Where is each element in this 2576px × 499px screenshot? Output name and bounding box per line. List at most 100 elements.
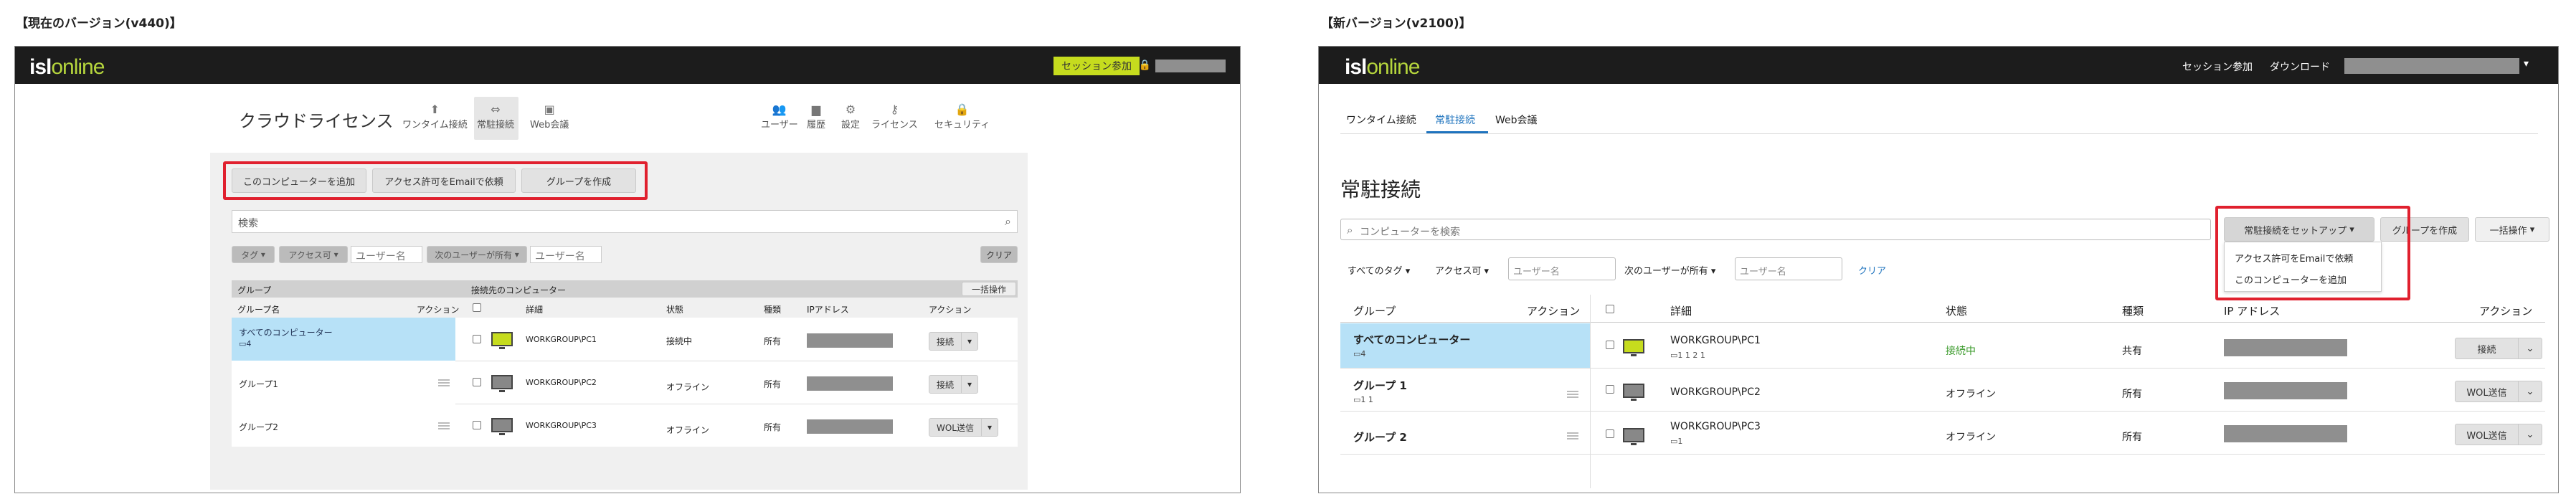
computer-kind: 所有	[764, 422, 782, 432]
connect-split-button[interactable]: 接続 ⌄	[2455, 338, 2542, 359]
clear-link[interactable]: クリア	[1858, 263, 1886, 277]
drag-handle-icon[interactable]	[1567, 391, 1578, 398]
computer-status: 接続中	[1946, 346, 1976, 357]
col-action2: アクション	[2479, 305, 2533, 318]
old-header-bar: islonline セッション参加 🔒	[15, 47, 1240, 84]
dest-header: 接続先のコンピューター	[471, 285, 567, 295]
access-filter[interactable]: アクセス可 ▾	[279, 246, 348, 263]
row-checkbox[interactable]	[1606, 429, 1614, 438]
computer-status: オフライン	[1946, 432, 1996, 443]
drag-handle-icon[interactable]	[438, 379, 450, 386]
col-detail: 詳細	[526, 305, 544, 315]
chevron-down-icon[interactable]: ▾	[2524, 58, 2529, 70]
chevron-down-icon: ⌄	[2526, 429, 2534, 440]
search-icon: ⌕	[1347, 224, 1353, 237]
admin-settings[interactable]: ⚙ 設定	[841, 103, 860, 130]
col-action2: アクション	[929, 305, 972, 315]
tag-filter[interactable]: タグ ▾	[232, 246, 275, 263]
download-link[interactable]: ダウンロード	[2270, 60, 2330, 74]
search-input[interactable]: 検索 ⌕	[232, 210, 1018, 233]
clear-button[interactable]: クリア	[980, 246, 1018, 263]
admin-security[interactable]: 🔒 セキュリティ	[934, 103, 990, 130]
access-filter[interactable]: アクセス可 ▾	[1435, 263, 1489, 277]
chevron-down-icon: ⌄	[2526, 343, 2534, 354]
old-version-caption: 【現在のバージョン(v440)】	[16, 16, 182, 31]
row-checkbox[interactable]	[1606, 341, 1614, 349]
computer-status: オフライン	[1946, 389, 1996, 400]
all-tags-filter[interactable]: すべてのタグ ▾	[1348, 263, 1410, 277]
computer-kind: 所有	[764, 336, 782, 346]
computer-kind: 所有	[2122, 432, 2142, 443]
wol-split-button[interactable]: WOL送信 ⌄	[2455, 381, 2542, 402]
page-title: クラウドライセンス	[239, 111, 394, 131]
bulk-action-button[interactable]: 一括操作 ▾	[2475, 217, 2549, 242]
username2-filter-input[interactable]: ユーザー名	[1735, 257, 1842, 280]
row-divider	[1340, 368, 2545, 369]
group-row-all[interactable]	[232, 318, 455, 361]
tab-resident[interactable]: 常駐接続	[1435, 113, 1475, 127]
username-filter-input[interactable]: ユーザー名	[1508, 257, 1616, 280]
tab-onetime[interactable]: ワンタイム接続	[1346, 113, 1416, 127]
monitor-offline-icon	[1623, 384, 1644, 401]
select-all-checkbox[interactable]	[1606, 305, 1614, 313]
page-title: 常駐接続	[1340, 178, 1421, 201]
col-ip: IPアドレス	[807, 305, 849, 315]
tab-web-meeting[interactable]: Web会議	[1495, 113, 1538, 127]
lock-icon: 🔒	[1138, 60, 1151, 71]
col-kind: 種類	[764, 305, 782, 315]
next-owner-filter[interactable]: 次のユーザーが所有 ▾	[1624, 263, 1715, 277]
admin-users[interactable]: 👥 ユーザー	[761, 103, 798, 130]
connect-split-button[interactable]: 接続 ▾	[929, 332, 979, 351]
redacted-account	[1155, 60, 1226, 72]
group-name: グループ2	[239, 422, 278, 432]
lock-icon: 🔒	[955, 103, 970, 116]
new-header-bar: islonline セッション参加 ダウンロード ▾	[1319, 47, 2558, 84]
drag-handle-icon[interactable]	[438, 422, 450, 429]
search-input[interactable]: ⌕ コンピューターを検索	[1340, 219, 2211, 240]
username-filter-input[interactable]: ユーザー名	[351, 246, 422, 263]
row-checkbox[interactable]	[1606, 385, 1614, 394]
tab-web-meeting[interactable]: ▣ Web会議	[530, 103, 569, 130]
computer-meta: ▭1 1 2 1	[1670, 351, 1705, 360]
video-icon: ▣	[544, 103, 555, 116]
connect-split-button[interactable]: 接続 ▾	[929, 375, 979, 394]
computer-status: オフライン	[666, 425, 710, 435]
admin-history[interactable]: ▆ 履歴	[807, 103, 825, 130]
tab-divider	[1340, 133, 2538, 134]
bulk-action-button[interactable]: 一括操作	[962, 282, 1016, 296]
group-name: グループ 1	[1353, 379, 1407, 392]
next-owner-filter[interactable]: 次のユーザーが所有 ▾	[427, 246, 527, 263]
monitor-offline-icon	[491, 418, 513, 435]
redacted-ip	[2224, 339, 2347, 356]
group-name: すべてのコンピューター	[1353, 333, 1471, 346]
tab-onetime[interactable]: ⬆ ワンタイム接続	[402, 103, 468, 130]
key-icon: ⚷	[890, 103, 899, 116]
wol-split-button[interactable]: WOL送信 ⌄	[2455, 424, 2542, 445]
new-version-caption: 【新バージョン(v2100)】	[1321, 16, 1472, 31]
isl-online-logo: islonline	[29, 55, 105, 79]
old-version-screen: islonline セッション参加 🔒 クラウドライセンス ⬆ ワンタイム接続 ⇔…	[14, 46, 1241, 493]
row-checkbox[interactable]	[473, 335, 481, 343]
wol-split-button[interactable]: WOL送信 ▾	[929, 418, 998, 437]
select-all-checkbox[interactable]	[473, 303, 481, 312]
tab-resident[interactable]: ⇔ 常駐接続	[477, 103, 514, 130]
username2-filter-input[interactable]: ユーザー名	[530, 246, 602, 263]
col-action: アクション	[1527, 305, 1581, 318]
chevron-down-icon: ▾	[967, 336, 972, 346]
redacted-ip	[2224, 382, 2347, 399]
group-name: すべてのコンピューター	[239, 328, 333, 338]
group-meta: ▭1 1	[1353, 395, 1373, 404]
computer-status: オフライン	[666, 382, 710, 392]
users-icon: 👥	[772, 103, 787, 116]
row-checkbox[interactable]	[473, 378, 481, 386]
drag-handle-icon[interactable]	[1567, 432, 1578, 439]
session-join-button[interactable]: セッション参加	[1053, 57, 1140, 75]
computer-kind: 所有	[2122, 389, 2142, 400]
monitor-offline-icon	[491, 375, 513, 392]
col-kind: 種類	[2122, 305, 2144, 318]
computer-name: WORKGROUP\PC3	[526, 421, 597, 430]
admin-license[interactable]: ⚷ ライセンス	[871, 103, 918, 130]
session-join-link[interactable]: セッション参加	[2182, 60, 2253, 74]
row-checkbox[interactable]	[473, 421, 481, 429]
col-status: 状態	[666, 305, 684, 315]
